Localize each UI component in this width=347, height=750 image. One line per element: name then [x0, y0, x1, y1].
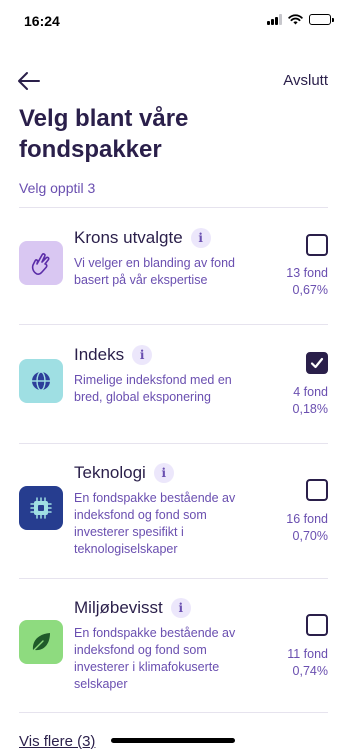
- package-name: Krons utvalgte: [74, 228, 183, 247]
- package-title: Miljøbevisst i: [74, 598, 191, 618]
- fund-count: 13 fond: [286, 266, 328, 280]
- package-card-krons-utvalgte[interactable]: Krons utvalgte i Vi velger en blanding a…: [19, 228, 328, 318]
- divider: [19, 324, 328, 325]
- page-title: Velg blant våre fondspakker: [19, 105, 189, 163]
- battery-icon: [309, 14, 334, 25]
- package-description: En fondspakke bestående av indeksfond og…: [74, 626, 236, 691]
- fund-count: 4 fond: [293, 385, 328, 399]
- globe-icon: [19, 359, 63, 403]
- package-description: En fondspakke bestående av indeksfond og…: [74, 491, 236, 556]
- package-meta: 13 fond 0,67%: [286, 265, 328, 299]
- package-title: Teknologi i: [74, 463, 174, 483]
- package-name: Indeks: [74, 345, 125, 364]
- fee-percentage: 0,18%: [292, 402, 328, 416]
- info-icon[interactable]: i: [153, 463, 174, 483]
- package-description: Rimelige indeksfond med en bred, global …: [74, 373, 232, 404]
- package-checkbox[interactable]: [306, 234, 328, 256]
- package-checkbox[interactable]: [306, 479, 328, 501]
- status-time: 16:24: [24, 13, 60, 29]
- divider: [19, 578, 328, 579]
- fee-percentage: 0,67%: [292, 283, 328, 297]
- divider: [19, 207, 328, 208]
- info-icon[interactable]: i: [190, 228, 211, 248]
- home-indicator: [111, 738, 235, 743]
- show-more-link[interactable]: Vis flere (3): [19, 733, 95, 750]
- package-title: Indeks i: [74, 345, 153, 365]
- divider: [19, 712, 328, 713]
- status-bar: 16:24: [0, 0, 347, 44]
- package-card-miljobevisst[interactable]: Miljøbevisst i En fondspakke bestående a…: [19, 598, 328, 706]
- fund-count: 11 fond: [287, 647, 328, 661]
- package-description: Vi velger en blanding av fond basert på …: [74, 256, 235, 287]
- package-name: Teknologi: [74, 463, 146, 482]
- package-meta: 4 fond 0,18%: [293, 384, 328, 418]
- hand-gesture-icon: [19, 241, 63, 285]
- wifi-icon: [288, 14, 303, 25]
- leaf-icon: [19, 620, 63, 664]
- exit-button[interactable]: Avslutt: [283, 72, 328, 89]
- divider: [19, 443, 328, 444]
- info-icon[interactable]: i: [170, 598, 191, 618]
- selection-hint: Velg opptil 3: [19, 180, 96, 196]
- fee-percentage: 0,74%: [292, 664, 328, 678]
- package-meta: 16 fond 0,70%: [286, 511, 328, 545]
- arrow-left-icon[interactable]: [16, 70, 42, 92]
- fund-count: 16 fond: [286, 512, 328, 526]
- status-icons: [266, 14, 334, 25]
- checkmark-icon: [310, 357, 324, 369]
- package-meta: 11 fond 0,74%: [287, 646, 328, 680]
- package-card-indeks[interactable]: Indeks i Rimelige indeksfond med en bred…: [19, 345, 328, 437]
- signal-icon: [266, 14, 282, 25]
- info-icon[interactable]: i: [132, 345, 153, 365]
- package-card-teknologi[interactable]: Teknologi i En fondspakke bestående av i…: [19, 463, 328, 573]
- package-checkbox[interactable]: [306, 352, 328, 374]
- top-nav: Avslutt: [0, 66, 347, 96]
- package-title: Krons utvalgte i: [74, 228, 211, 248]
- fee-percentage: 0,70%: [292, 529, 328, 543]
- chip-icon: [19, 486, 63, 530]
- package-checkbox[interactable]: [306, 614, 328, 636]
- package-name: Miljøbevisst: [74, 598, 163, 617]
